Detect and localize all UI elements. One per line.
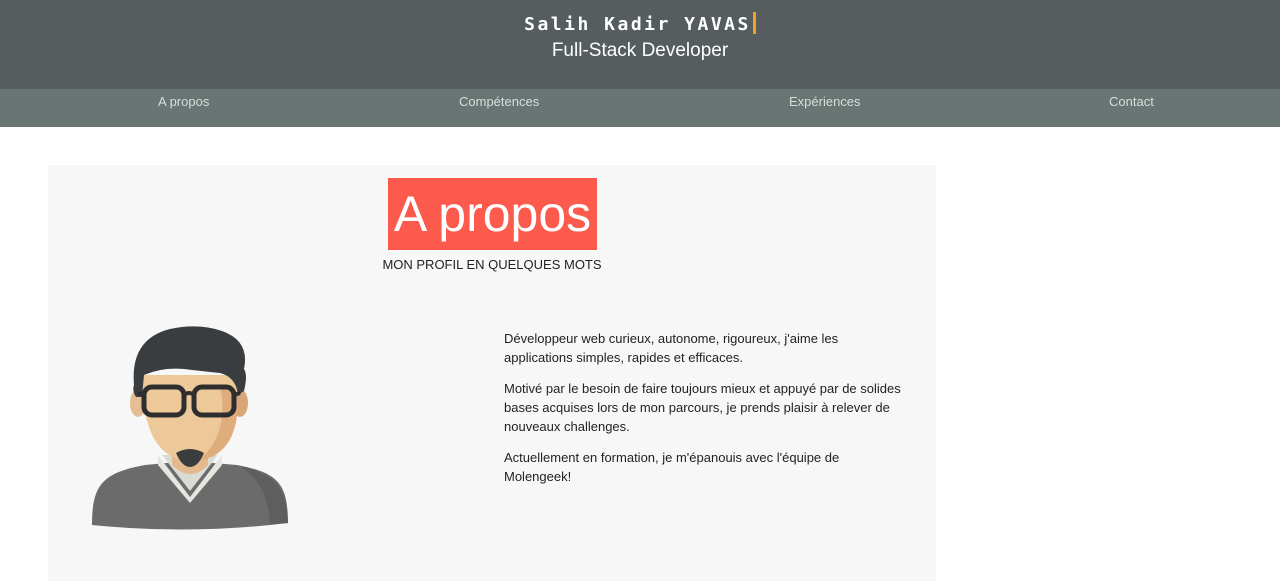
site-header: Salih Kadir YAVAS Full-Stack Developer bbox=[0, 0, 1280, 89]
nav-link-contact[interactable]: Contact bbox=[1109, 94, 1154, 109]
about-section: A propos MON PROFIL EN QUELQUES MOTS Dév… bbox=[48, 165, 936, 581]
main-nav: A propos Compétences Expériences Contact bbox=[0, 89, 1280, 127]
site-name-text: Salih Kadir YAVAS bbox=[524, 14, 751, 35]
about-bio: Développeur web curieux, autonome, rigou… bbox=[504, 329, 904, 498]
section-subtitle: MON PROFIL EN QUELQUES MOTS bbox=[382, 257, 602, 272]
nav-link-a-propos[interactable]: A propos bbox=[158, 94, 209, 109]
bio-paragraph: Actuellement en formation, je m'épanouis… bbox=[504, 450, 840, 484]
site-name: Salih Kadir YAVAS bbox=[0, 12, 1280, 35]
site-role: Full-Stack Developer bbox=[551, 40, 729, 61]
nav-link-competences[interactable]: Compétences bbox=[459, 94, 539, 109]
bio-paragraph: Développeur web curieux, autonome, rigou… bbox=[504, 331, 839, 365]
typing-cursor bbox=[752, 12, 756, 34]
nav-link-experiences[interactable]: Expériences bbox=[789, 94, 861, 109]
section-title: A propos bbox=[388, 178, 597, 250]
bio-paragraph: Motivé par le besoin de faire toujours m… bbox=[504, 381, 901, 434]
developer-avatar-icon bbox=[92, 326, 288, 530]
